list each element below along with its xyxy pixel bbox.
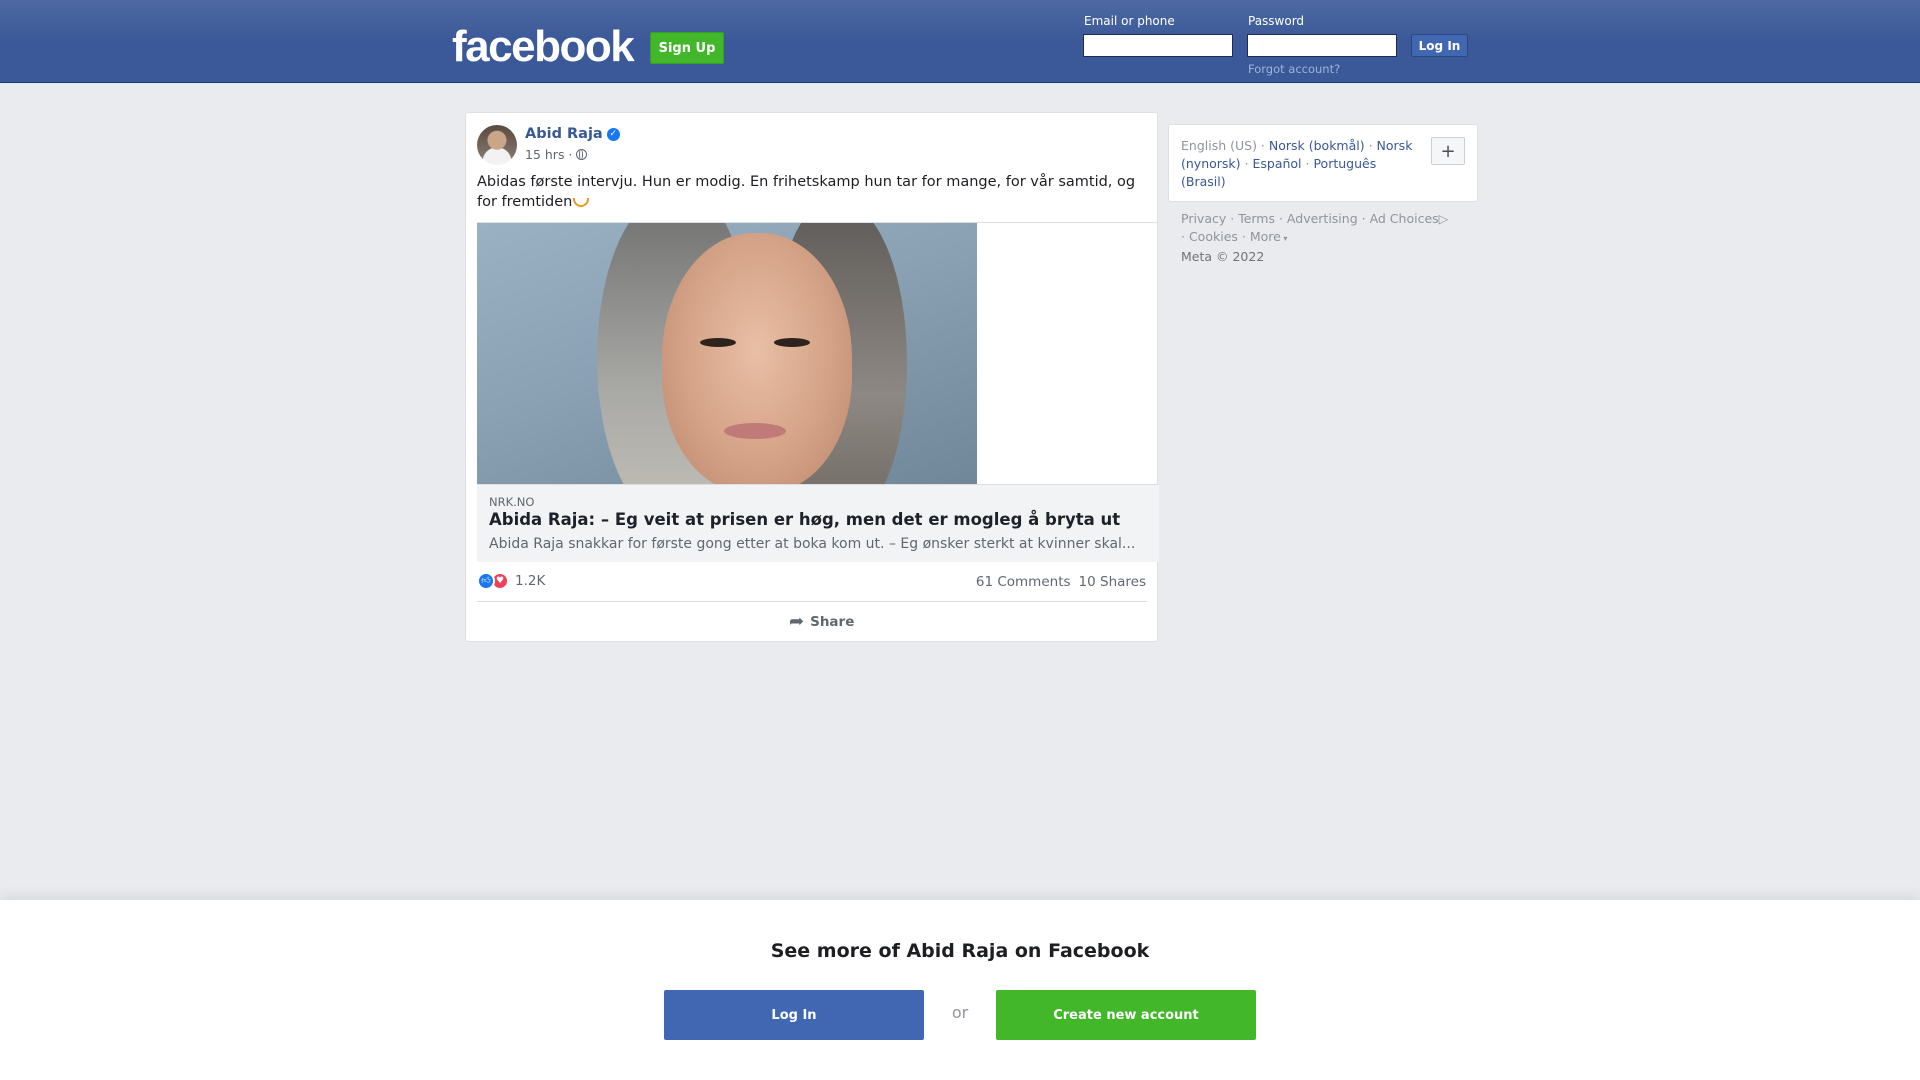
banner-title: See more of Abid Raja on Facebook <box>770 940 1150 962</box>
language-selector: English (US) · Norsk (bokmål) · Norsk (n… <box>1168 124 1478 202</box>
like-icon: 👍︎ <box>477 572 495 590</box>
more-caret-icon: ▾ <box>1280 234 1288 243</box>
reactions-summary[interactable]: 👍︎ ♥ 1.2K <box>477 572 545 590</box>
facebook-logo[interactable]: facebook <box>452 22 635 72</box>
forgot-account-link[interactable]: Forgot account? <box>1248 62 1340 76</box>
footer-link-more[interactable]: More <box>1250 229 1281 244</box>
signup-button[interactable]: Sign Up <box>650 32 724 64</box>
share-button[interactable]: ➦ Share <box>789 613 854 631</box>
share-label: Share <box>810 614 855 630</box>
link-preview-image[interactable] <box>477 223 977 484</box>
footer-link-advertising[interactable]: Advertising <box>1287 211 1358 226</box>
post-text: Abidas første intervju. Hun er modig. En… <box>477 172 1147 212</box>
share-icon: ➦ <box>789 611 805 632</box>
shares-count[interactable]: 10 Shares <box>1079 574 1146 590</box>
banner-or-label: or <box>951 1003 969 1022</box>
verified-icon: ✓ <box>606 127 620 141</box>
reaction-count: 1.2K <box>515 573 546 589</box>
post-meta: 15 hrs · <box>525 147 588 162</box>
email-input[interactable] <box>1083 34 1233 57</box>
add-language-button[interactable]: + <box>1431 137 1465 165</box>
login-banner: See more of Abid Raja on Facebook Log In… <box>0 900 1920 1080</box>
language-item[interactable]: Norsk (bokmål) <box>1269 138 1365 153</box>
footer-link-terms[interactable]: Terms <box>1238 211 1275 226</box>
footer-link-ad-choices[interactable]: Ad Choices <box>1370 211 1439 226</box>
language-list: English (US) · Norsk (bokmål) · Norsk (n… <box>1181 138 1413 189</box>
ad-choices-icon: ▷ <box>1438 211 1449 226</box>
footer-link-privacy[interactable]: Privacy <box>1181 211 1226 226</box>
copyright: Meta © 2022 <box>1181 249 1265 264</box>
banner-login-button[interactable]: Log In <box>664 990 924 1040</box>
post-author: Abid Raja ✓ <box>525 126 620 142</box>
language-current[interactable]: English (US) <box>1181 138 1257 153</box>
language-item[interactable]: Español <box>1252 156 1301 171</box>
top-bar: facebook Sign Up Email or phone Password… <box>0 0 1920 83</box>
link-preview-info[interactable]: NRK.NO Abida Raja: – Eg veit at prisen e… <box>477 484 1159 562</box>
action-divider <box>477 601 1147 602</box>
footer-links: Privacy · Terms · Advertising · Ad Choic… <box>1181 211 1449 264</box>
password-label: Password <box>1248 14 1305 28</box>
link-preview[interactable]: NRK.NO Abida Raja: – Eg veit at prisen e… <box>477 222 1159 562</box>
author-avatar[interactable] <box>477 125 517 165</box>
globe-icon <box>576 148 588 160</box>
comments-count[interactable]: 61 Comments <box>976 574 1071 590</box>
footer-link-cookies[interactable]: Cookies <box>1189 229 1238 244</box>
link-title[interactable]: Abida Raja: – Eg veit at prisen er høg, … <box>489 510 1120 529</box>
author-name-link[interactable]: Abid Raja <box>525 126 603 142</box>
engagement-counts: 61 Comments 10 Shares <box>976 574 1146 590</box>
password-input[interactable] <box>1247 34 1397 57</box>
login-button[interactable]: Log In <box>1411 34 1468 57</box>
post-card: Abid Raja ✓ 15 hrs · Abidas første inter… <box>465 112 1159 642</box>
link-description: Abida Raja snakkar for første gong etter… <box>489 536 1136 552</box>
create-account-button[interactable]: Create new account <box>996 990 1256 1040</box>
post-timestamp[interactable]: 15 hrs · <box>525 147 572 162</box>
email-label: Email or phone <box>1084 14 1175 28</box>
link-domain: NRK.NO <box>489 495 535 509</box>
emoji-icon <box>573 197 590 207</box>
